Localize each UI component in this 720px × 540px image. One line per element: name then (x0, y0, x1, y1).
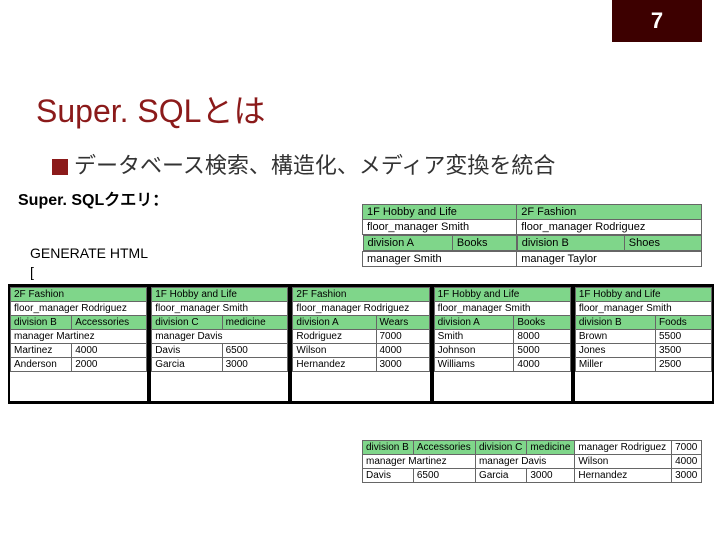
cell: division B (363, 441, 414, 455)
cell: 2F Fashion (517, 205, 702, 220)
topbar: 7 (0, 0, 720, 42)
cell: Martinez (11, 344, 72, 358)
bullet-line: データベース検索、構造化、メディア変換を統合 (52, 148, 555, 180)
cell: Garcia (475, 469, 526, 483)
cell: Wilson (293, 344, 376, 358)
cell: Brown (575, 330, 655, 344)
cell: floor_manager Smith (434, 302, 570, 316)
cell: 7000 (672, 441, 702, 455)
bullet-text: データベース検索、構造化、メディア変換を統合 (74, 153, 555, 178)
cell: Accessories (413, 441, 475, 455)
cell: 6500 (413, 469, 475, 483)
preview-bottom-right: division BAccessories division Cmedicine… (362, 440, 702, 483)
slide: 7 Super. SQLとは データベース検索、構造化、メディア変換を統合 Su… (0, 0, 720, 540)
cell: floor_manager Smith (363, 220, 517, 235)
cell: 2F Fashion (11, 288, 147, 302)
cell: 4000 (72, 344, 147, 358)
cell: 3000 (527, 469, 575, 483)
cell: 6500 (222, 344, 288, 358)
cell: floor_manager Rodriguez (11, 302, 147, 316)
preview-strip: 2F Fashion floor_manager Rodriguez divis… (8, 284, 714, 404)
cell: division A (434, 316, 514, 330)
cell: medicine (222, 316, 288, 330)
cell: 2000 (72, 358, 147, 372)
strip-col: 1F Hobby and Life floor_manager Smith di… (434, 287, 571, 401)
cell: 5000 (514, 344, 570, 358)
cell: Foods (655, 316, 711, 330)
cell: Hernandez (575, 469, 672, 483)
cell: 3000 (672, 469, 702, 483)
cell: 5500 (655, 330, 711, 344)
strip-col: 1F Hobby and Life floor_manager Smith di… (151, 287, 288, 401)
strip-col: 2F Fashion floor_manager Rodriguez divis… (292, 287, 429, 401)
cell: division A (363, 236, 452, 251)
cell: manager Martinez (11, 330, 147, 344)
cell: medicine (527, 441, 575, 455)
cell: manager Taylor (517, 252, 702, 267)
cell: floor_manager Smith (575, 302, 711, 316)
strip-col: 2F Fashion floor_manager Rodriguez divis… (10, 287, 147, 401)
cell: division C (475, 441, 526, 455)
cell: Accessories (72, 316, 147, 330)
cell: Smith (434, 330, 514, 344)
cell: 3000 (376, 358, 429, 372)
cell: Davis (152, 344, 222, 358)
cell: manager Martinez (363, 455, 476, 469)
cell: manager Davis (475, 455, 574, 469)
cell: Davis (363, 469, 414, 483)
cell: 3000 (222, 358, 288, 372)
cell: Wilson (575, 455, 672, 469)
cell: 1F Hobby and Life (152, 288, 288, 302)
slide-title: Super. SQLとは (36, 86, 265, 132)
cell: division B (11, 316, 72, 330)
cell: 2500 (655, 358, 711, 372)
strip-col: 1F Hobby and Life floor_manager Smith di… (575, 287, 712, 401)
cell: 2F Fashion (293, 288, 429, 302)
cell: Hernandez (293, 358, 376, 372)
cell: Miller (575, 358, 655, 372)
cell: 4000 (514, 358, 570, 372)
cell: 1F Hobby and Life (434, 288, 570, 302)
bullet-icon (52, 159, 68, 175)
cell: division B (575, 316, 655, 330)
cell: Rodriguez (293, 330, 376, 344)
cell: Jones (575, 344, 655, 358)
cell: Shoes (624, 236, 701, 251)
cell: 1F Hobby and Life (363, 205, 517, 220)
cell: manager Smith (363, 252, 517, 267)
page-number: 7 (612, 0, 702, 42)
cell: division A (293, 316, 376, 330)
cell: division B (517, 236, 624, 251)
cell: floor_manager Rodriguez (517, 220, 702, 235)
cell: Books (452, 236, 516, 251)
cell: Wears (376, 316, 429, 330)
preview-top-right: 1F Hobby and Life2F Fashion floor_manage… (362, 204, 702, 267)
cell: 4000 (376, 344, 429, 358)
cell: manager Rodriguez (575, 441, 672, 455)
cell: Johnson (434, 344, 514, 358)
cell: 8000 (514, 330, 570, 344)
cell: 4000 (672, 455, 702, 469)
cell: Books (514, 316, 570, 330)
cell: 3500 (655, 344, 711, 358)
cell: Garcia (152, 358, 222, 372)
cell: floor_manager Smith (152, 302, 288, 316)
cell: division C (152, 316, 222, 330)
cell: 7000 (376, 330, 429, 344)
cell: Anderson (11, 358, 72, 372)
cell: manager Davis (152, 330, 288, 344)
cell: floor_manager Rodriguez (293, 302, 429, 316)
cell: 1F Hobby and Life (575, 288, 711, 302)
cell: Williams (434, 358, 514, 372)
